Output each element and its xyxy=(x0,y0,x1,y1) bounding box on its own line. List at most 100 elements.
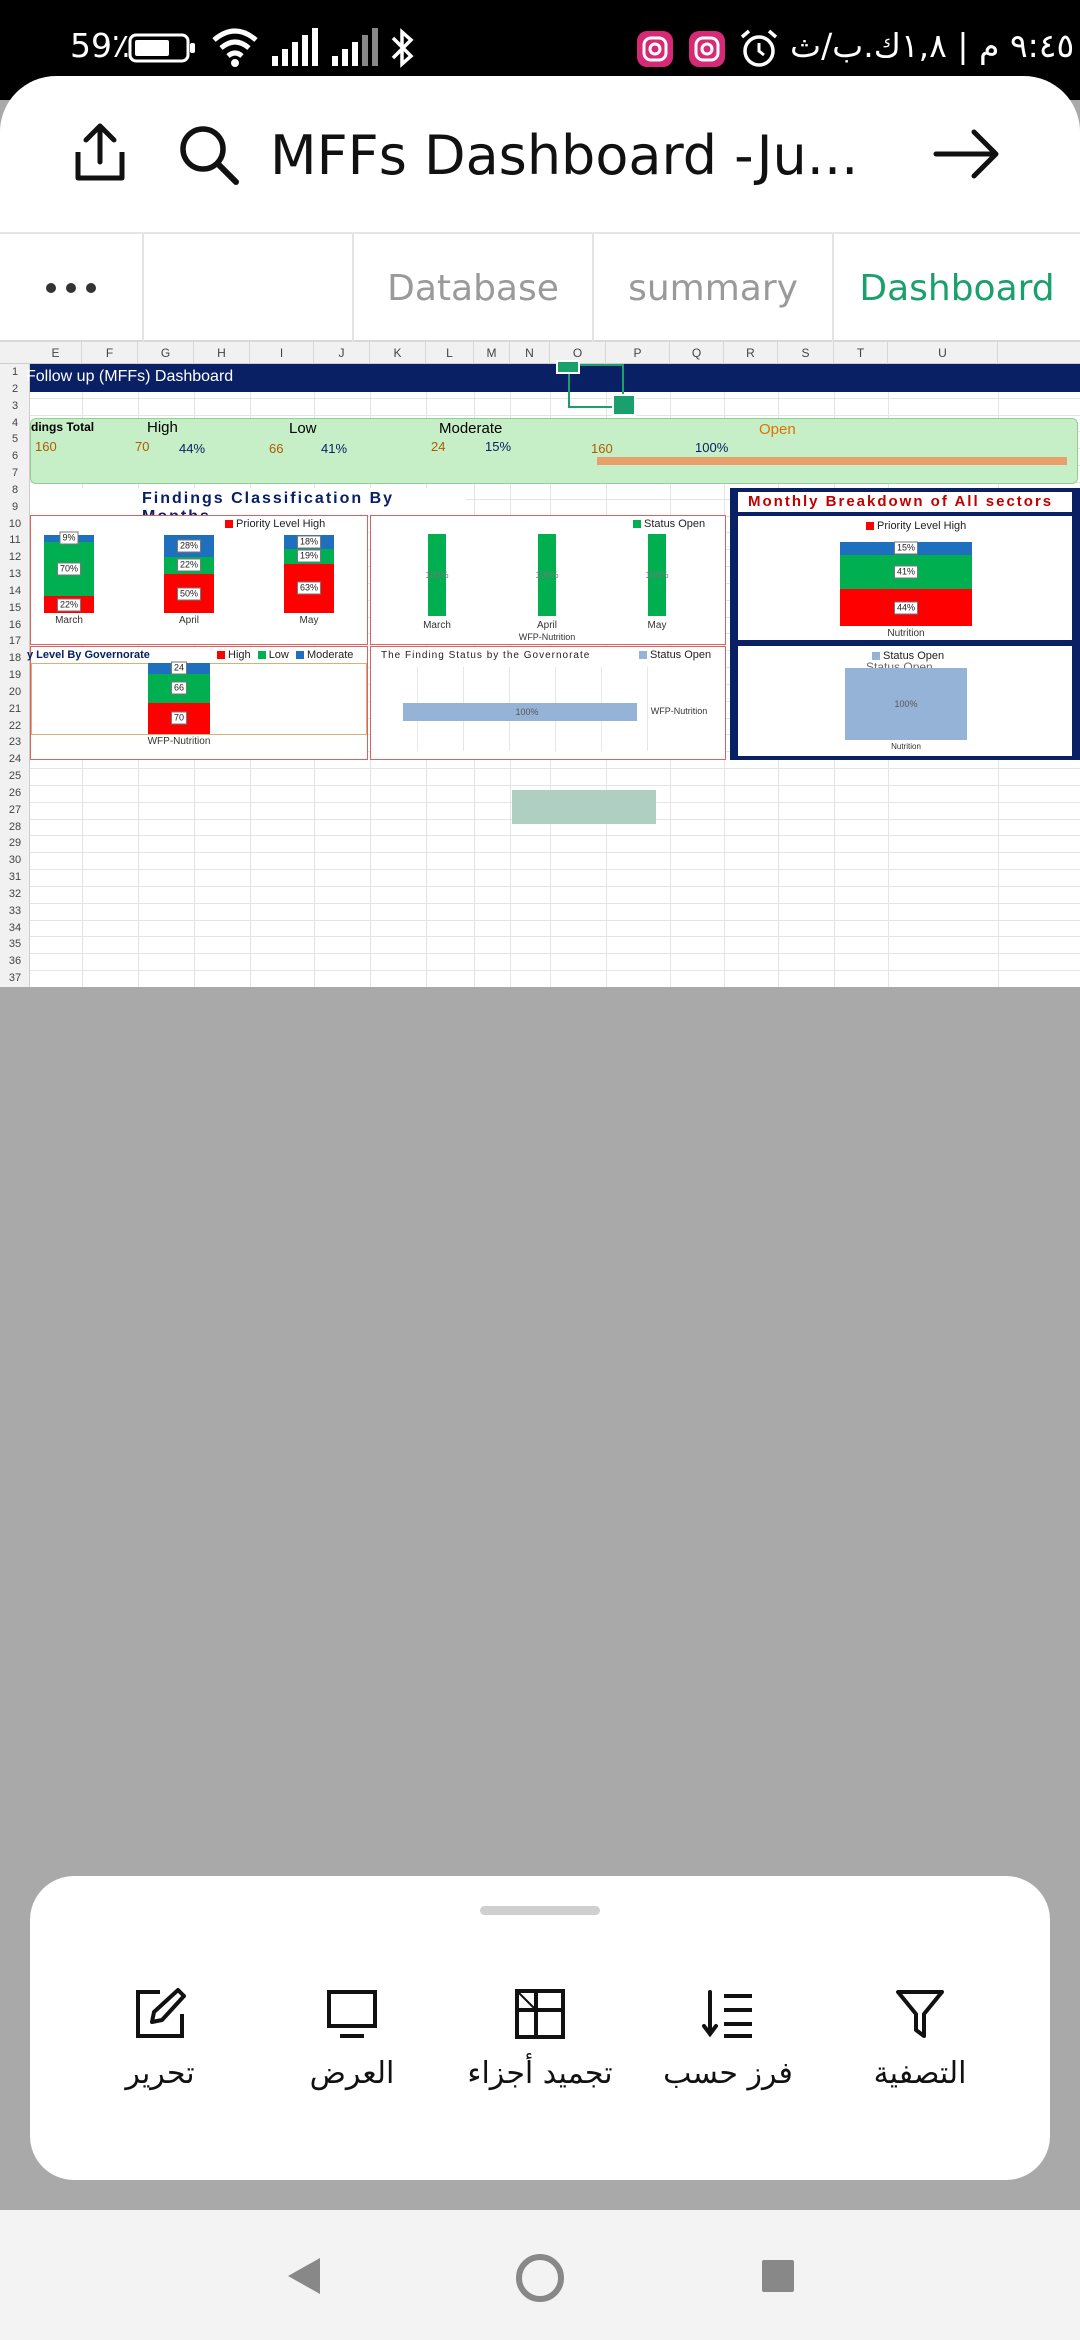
kpi-open-progress-bar xyxy=(597,457,1067,465)
row-headers: 1 2 3 4 5 6 7 8 9 10 11 12 13 14 15 16 17 18 19 20 21 22 23 24 2… xyxy=(0,364,30,987)
row-header[interactable]: 29 xyxy=(0,835,30,852)
column-header[interactable]: P xyxy=(606,342,670,364)
chart-status-open-sectors[interactable]: Status Open Status Open 100% Nutrition xyxy=(738,646,1072,756)
row-header[interactable]: 27 xyxy=(0,802,30,819)
spreadsheet-view[interactable]: EFGHIJKLMNOPQRSTU 1 2 3 4 5 6 7 8 9 10 11 12 13 14 15 1… xyxy=(0,342,1080,987)
tab-dashboard[interactable]: Dashboard xyxy=(832,234,1080,342)
row-header[interactable]: 24 xyxy=(0,751,30,768)
chart-status-by-months[interactable]: Status Open 100% March 100% April 100% May WF… xyxy=(370,515,726,645)
freeze-panes-button[interactable]: تجميد أجزاء xyxy=(450,1986,630,2126)
chart-status-by-governorate[interactable]: The Finding Status by the Governorate St… xyxy=(370,646,726,760)
column-header[interactable]: U xyxy=(888,342,998,364)
column-header[interactable]: I xyxy=(250,342,314,364)
column-header[interactable]: M xyxy=(474,342,510,364)
row-header[interactable]: 13 xyxy=(0,566,30,583)
column-header[interactable]: G xyxy=(138,342,194,364)
row-header[interactable]: 30 xyxy=(0,852,30,869)
grid-row-line xyxy=(30,936,1080,938)
kpi-total-label: dings Total xyxy=(31,420,95,434)
row-header[interactable]: 34 xyxy=(0,920,30,937)
row-header[interactable]: 20 xyxy=(0,684,30,701)
row-header[interactable]: 16 xyxy=(0,617,30,634)
column-header[interactable]: Q xyxy=(670,342,724,364)
more-tabs-button[interactable] xyxy=(0,234,142,342)
column-header[interactable]: R xyxy=(724,342,778,364)
navigation-bar xyxy=(0,2210,1080,2340)
column-header[interactable]: F xyxy=(82,342,138,364)
filter-button[interactable]: التصفية xyxy=(830,1986,1010,2126)
grid-row-line xyxy=(30,414,1080,416)
selection-handle-2[interactable] xyxy=(612,394,636,416)
row-header[interactable]: 10 xyxy=(0,516,30,533)
row-header[interactable]: 25 xyxy=(0,768,30,785)
row-header[interactable]: 31 xyxy=(0,869,30,886)
row-header[interactable]: 12 xyxy=(0,549,30,566)
tab-summary[interactable]: summary xyxy=(592,234,832,342)
column-header[interactable]: L xyxy=(426,342,474,364)
data-label: 50% xyxy=(176,587,202,600)
recents-icon[interactable] xyxy=(760,2258,796,2294)
row-header[interactable]: 36 xyxy=(0,953,30,970)
data-label: 15% xyxy=(893,541,919,555)
kpi-high-pct: 44% xyxy=(179,441,206,456)
chart-priority-by-governorate[interactable]: y Level By Governorate High Low Moderate… xyxy=(27,646,368,760)
row-header[interactable]: 33 xyxy=(0,903,30,920)
data-label: 100% xyxy=(645,570,669,580)
column-header[interactable]: H xyxy=(194,342,250,364)
edit-label: تحرير xyxy=(125,2056,195,2091)
chart-5-plot: 100% WFP-Nutrition xyxy=(371,647,727,761)
row-header[interactable]: 15 xyxy=(0,600,30,617)
kpi-open-label: Open xyxy=(759,421,796,438)
column-header[interactable]: K xyxy=(370,342,426,364)
column-header[interactable]: N xyxy=(510,342,550,364)
bottom-action-sheet: التصفية فرز حسب تجميد أجزاء العرض تحرير xyxy=(30,1876,1050,2180)
chart-findings-by-months[interactable]: Priority Level High 22% 70% 9% March 50% 22% 2… xyxy=(30,515,368,645)
row-header[interactable]: 9 xyxy=(0,499,30,516)
back-icon[interactable] xyxy=(284,2254,324,2298)
row-header[interactable]: 5 xyxy=(0,431,30,448)
display-button[interactable]: العرض xyxy=(262,1986,442,2126)
bluetooth-icon xyxy=(391,28,414,68)
grid-row-line xyxy=(30,902,1080,904)
grid-row-line xyxy=(30,852,1080,854)
row-header[interactable]: 8 xyxy=(0,482,30,499)
arrow-right-icon[interactable] xyxy=(930,126,1004,182)
row-header[interactable]: 11 xyxy=(0,532,30,549)
share-icon[interactable] xyxy=(70,120,130,186)
column-header[interactable]: J xyxy=(314,342,370,364)
chart-monthly-breakdown[interactable]: Priority Level High 44% 41% 15% Nutrition xyxy=(738,516,1072,640)
row-header[interactable]: 7 xyxy=(0,465,30,482)
row-header[interactable]: 26 xyxy=(0,785,30,802)
row-header[interactable]: 17 xyxy=(0,633,30,650)
row-header[interactable]: 28 xyxy=(0,819,30,836)
row-header[interactable]: 18 xyxy=(0,650,30,667)
category-label: March xyxy=(423,620,451,631)
data-label: 41% xyxy=(893,565,919,579)
sort-by-button[interactable]: فرز حسب xyxy=(638,1986,818,2126)
selection-handle[interactable] xyxy=(556,360,580,374)
row-header[interactable]: 22 xyxy=(0,718,30,735)
home-icon[interactable] xyxy=(514,2252,566,2304)
row-header[interactable]: 35 xyxy=(0,936,30,953)
search-icon[interactable] xyxy=(176,122,242,188)
tab-database[interactable]: Database xyxy=(352,234,592,342)
column-header[interactable]: E xyxy=(30,342,82,364)
battery-percent: 59٪ xyxy=(70,26,130,65)
row-header[interactable]: 37 xyxy=(0,970,30,987)
row-header[interactable]: 14 xyxy=(0,583,30,600)
column-header[interactable]: T xyxy=(834,342,888,364)
row-header[interactable]: 23 xyxy=(0,734,30,751)
row-header[interactable]: 6 xyxy=(0,448,30,465)
more-icon[interactable] xyxy=(43,281,99,295)
row-header[interactable]: 21 xyxy=(0,701,30,718)
edit-button[interactable]: تحرير xyxy=(70,1986,250,2126)
row-header[interactable]: 3 xyxy=(0,398,30,415)
data-label: 100% xyxy=(425,570,449,580)
column-header[interactable]: S xyxy=(778,342,834,364)
column-headers: EFGHIJKLMNOPQRSTU xyxy=(0,342,1080,364)
row-header[interactable]: 32 xyxy=(0,886,30,903)
data-label: 22% xyxy=(56,598,82,611)
sheet-handle[interactable] xyxy=(480,1906,600,1915)
row-header[interactable]: 19 xyxy=(0,667,30,684)
row-header[interactable]: 4 xyxy=(0,415,30,432)
